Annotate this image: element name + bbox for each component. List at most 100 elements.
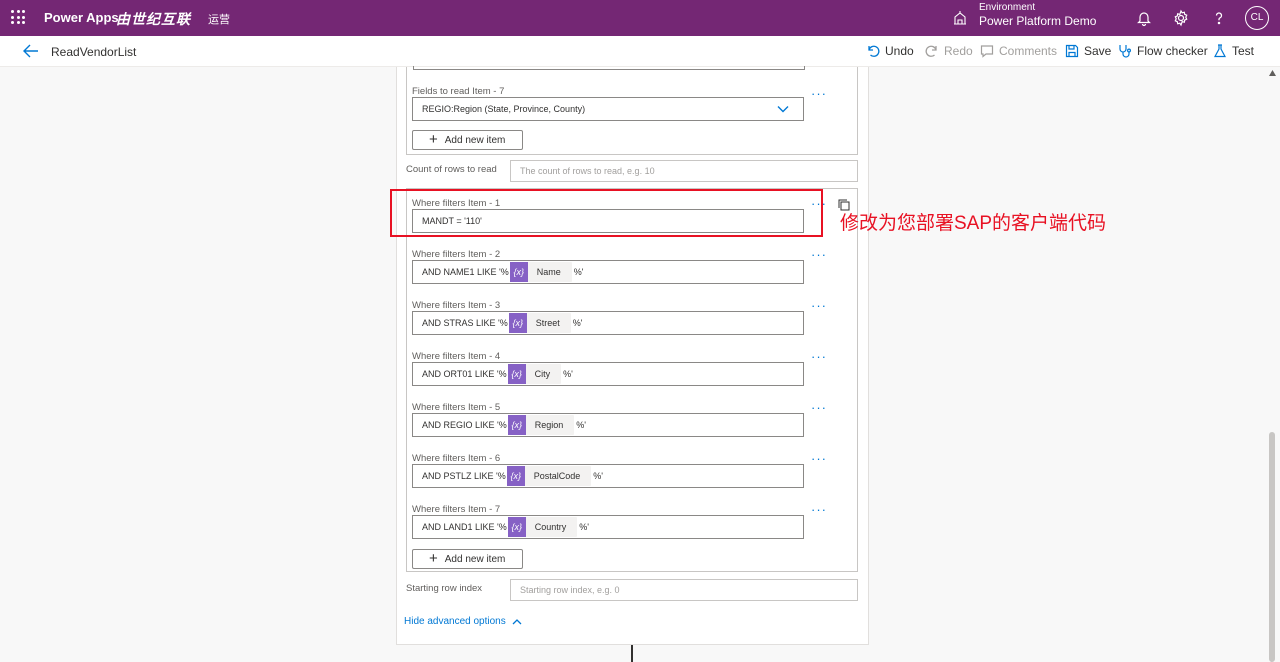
environment-icon[interactable] <box>952 10 968 26</box>
settings-gear-icon[interactable] <box>1172 9 1190 27</box>
comments-button[interactable]: Comments <box>980 44 1057 58</box>
redo-button[interactable]: Redo <box>925 44 973 58</box>
brand-operator-suffix: 运营 <box>208 14 230 26</box>
expression-icon: {x} <box>507 364 526 384</box>
where-filter-item-more-icon[interactable]: ··· <box>811 503 827 516</box>
hide-advanced-options-link[interactable]: Hide advanced options <box>404 616 522 627</box>
where-filter-item-input[interactable]: AND NAME1 LIKE '% {x} Name %' <box>412 260 804 284</box>
fields-to-read-item-7-dropdown[interactable]: REGIO:Region (State, Province, County) <box>412 97 804 121</box>
undo-button[interactable]: Undo <box>866 44 914 58</box>
where-filter-item-more-icon[interactable]: ··· <box>811 452 827 465</box>
annotation-text: 修改为您部署SAP的客户端代码 <box>840 213 1107 234</box>
flow-checker-label: Flow checker <box>1137 44 1208 58</box>
brand-operator: 由世纪互联 <box>116 11 191 27</box>
expression-icon: {x} <box>507 517 526 537</box>
where-filters-add-button[interactable]: + Add new item <box>412 549 523 569</box>
annotation-highlight-box <box>390 189 823 237</box>
action-card: Fields to read Item - 7 REGIO:Region (St… <box>396 66 869 645</box>
where-filter-item-suffix: %' <box>572 318 583 328</box>
expression-icon: {x} <box>506 466 525 486</box>
where-filter-item-prefix: AND ORT01 LIKE '% <box>422 369 507 379</box>
dynamic-content-token-label: Country <box>534 522 567 532</box>
environment-label: Environment <box>979 2 1036 13</box>
count-rows-label: Count of rows to read <box>406 164 497 175</box>
starting-row-label: Starting row index <box>406 583 483 594</box>
fields-to-read-add-label: Add new item <box>444 134 506 146</box>
notification-bell-icon[interactable] <box>1135 9 1153 27</box>
app-name[interactable]: Power Apps <box>44 10 119 25</box>
scroll-up-icon[interactable] <box>1268 69 1277 77</box>
dynamic-content-token[interactable]: {x} City <box>507 364 562 384</box>
where-filter-item-input[interactable]: AND REGIO LIKE '% {x} Region %' <box>412 413 804 437</box>
dynamic-content-token-label: Name <box>536 267 561 277</box>
where-filter-item-input[interactable]: AND STRAS LIKE '% {x} Street %' <box>412 311 804 335</box>
redo-label: Redo <box>944 44 973 58</box>
where-filter-item-label: Where filters Item - 4 <box>412 351 501 362</box>
dynamic-content-token-label: City <box>534 369 551 379</box>
save-icon <box>1065 44 1079 58</box>
scrollbar-thumb[interactable] <box>1269 432 1275 662</box>
hide-advanced-label: Hide advanced options <box>404 616 506 627</box>
comments-label: Comments <box>999 44 1058 58</box>
chevron-up-icon <box>512 618 522 624</box>
dynamic-content-token[interactable]: {x} Street <box>508 313 571 333</box>
save-label: Save <box>1084 44 1112 58</box>
dynamic-content-token[interactable]: {x} Name <box>509 262 572 282</box>
expression-icon: {x} <box>507 415 526 435</box>
where-filter-item-label: Where filters Item - 5 <box>412 402 501 413</box>
flask-icon <box>1214 44 1226 58</box>
where-filters-add-label: Add new item <box>444 553 506 565</box>
where-filter-item-prefix: AND NAME1 LIKE '% <box>422 267 509 277</box>
flow-checker-button[interactable]: Flow checker <box>1118 44 1208 58</box>
starting-row-input[interactable]: Starting row index, e.g. 0 <box>510 579 858 601</box>
environment-name[interactable]: Power Platform Demo <box>979 14 1096 28</box>
where-filter-item-suffix: %' <box>563 369 573 379</box>
where-filter-item-suffix: %' <box>579 522 589 532</box>
where-filter-item-label: Where filters Item - 3 <box>412 300 501 311</box>
dynamic-content-token-label: PostalCode <box>533 471 581 481</box>
flow-connector-line <box>631 645 633 662</box>
dynamic-content-token-label: Street <box>535 318 560 328</box>
where-filter-item-more-icon[interactable]: ··· <box>811 248 827 261</box>
where-filters-group: Where filters Item - 1 MANDT = '110' ··· Wh… <box>406 188 858 572</box>
dynamic-content-token-label: Region <box>534 420 564 430</box>
app-header: Power Apps 由世纪互联 运营 Environment Power Pl… <box>0 0 1280 36</box>
user-avatar[interactable]: CL <box>1245 6 1269 30</box>
fields-to-read-group: Fields to read Item - 7 REGIO:Region (St… <box>406 66 858 155</box>
back-arrow-icon[interactable] <box>22 43 40 59</box>
plus-icon: + <box>429 550 438 567</box>
where-filter-item-label: Where filters Item - 2 <box>412 249 501 260</box>
fields-to-read-item-7-more-icon[interactable]: ··· <box>811 87 827 100</box>
dynamic-content-token[interactable]: {x} Region <box>507 415 575 435</box>
undo-label: Undo <box>885 44 914 58</box>
where-filter-item-prefix: AND STRAS LIKE '% <box>422 318 508 328</box>
where-filter-item-suffix: %' <box>593 471 604 481</box>
where-filter-item-prefix: AND PSTLZ LIKE '% <box>422 471 506 481</box>
dynamic-content-token[interactable]: {x} Country <box>507 517 578 537</box>
where-filter-item-more-icon[interactable]: ··· <box>811 401 827 414</box>
where-filter-item-suffix: %' <box>573 267 584 277</box>
fields-to-read-add-button[interactable]: + Add new item <box>412 130 523 150</box>
test-button[interactable]: Test <box>1213 44 1254 58</box>
chevron-down-icon <box>777 106 789 113</box>
redo-icon <box>925 45 937 57</box>
command-bar: ReadVendorList Undo Redo Comments Save F… <box>0 36 1280 67</box>
save-button[interactable]: Save <box>1065 44 1111 58</box>
dynamic-content-token[interactable]: {x} PostalCode <box>506 466 592 486</box>
where-filter-item-input[interactable]: AND ORT01 LIKE '% {x} City %' <box>412 362 804 386</box>
help-icon[interactable] <box>1210 9 1228 27</box>
where-filter-item-more-icon[interactable]: ··· <box>811 350 827 363</box>
test-label: Test <box>1232 44 1255 58</box>
count-rows-input[interactable]: The count of rows to read, e.g. 10 <box>510 160 858 182</box>
vertical-scrollbar[interactable] <box>1265 67 1280 662</box>
where-filter-item-input[interactable]: AND LAND1 LIKE '% {x} Country %' <box>412 515 804 539</box>
fields-to-read-prev-input[interactable] <box>413 66 805 70</box>
fields-to-read-item-7-label: Fields to read Item - 7 <box>412 86 505 97</box>
app-launcher-icon[interactable] <box>11 10 25 24</box>
where-filter-item-label: Where filters Item - 6 <box>412 453 501 464</box>
where-filter-item-prefix: AND LAND1 LIKE '% <box>422 522 507 532</box>
where-filter-item-more-icon[interactable]: ··· <box>811 299 827 312</box>
where-filter-item-input[interactable]: AND PSTLZ LIKE '% {x} PostalCode %' <box>412 464 804 488</box>
expression-icon: {x} <box>509 262 528 282</box>
fields-to-read-item-7-value: REGIO:Region (State, Province, County) <box>422 104 586 114</box>
